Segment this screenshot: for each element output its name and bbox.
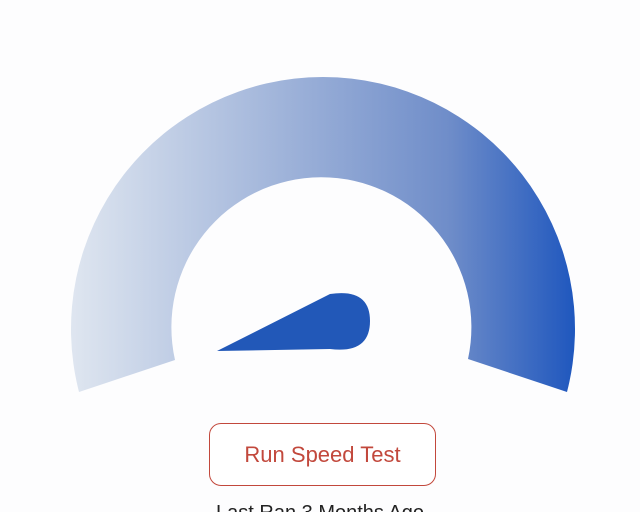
speed-test-page: Run Speed Test Last Ran 3 Months Ago <box>0 0 640 512</box>
run-speed-test-button[interactable]: Run Speed Test <box>209 423 436 486</box>
gauge-needle <box>217 293 370 351</box>
last-run-status: Last Ran 3 Months Ago <box>0 502 640 512</box>
speedometer-gauge <box>71 77 575 392</box>
